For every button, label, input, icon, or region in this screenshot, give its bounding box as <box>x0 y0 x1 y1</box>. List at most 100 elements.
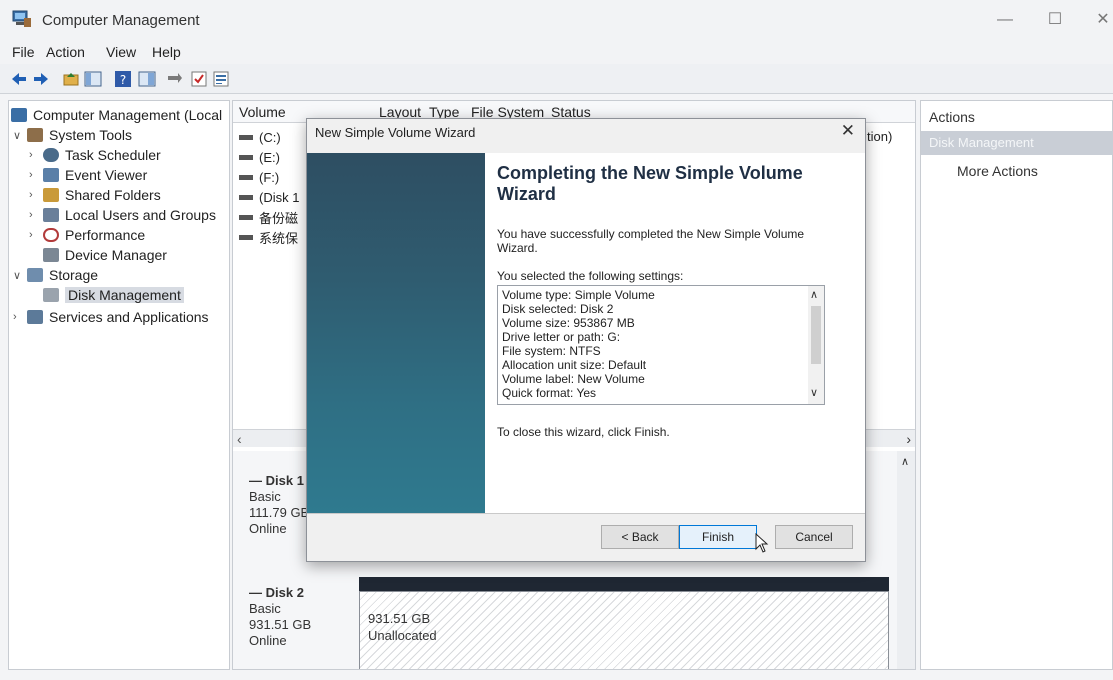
tree-label: Performance <box>65 227 146 243</box>
finish-button[interactable]: Finish <box>679 525 757 549</box>
settings-label: You selected the following settings: <box>497 269 684 283</box>
unallocated-partition[interactable]: 931.51 GB Unallocated <box>359 591 889 669</box>
list-item[interactable]: (C:) <box>239 127 281 147</box>
more-actions-link[interactable]: More Actions <box>957 163 1038 179</box>
tree-item-services-applications[interactable]: › Services and Applications <box>13 307 209 327</box>
menu-view[interactable]: View <box>106 44 136 60</box>
tree-label: Event Viewer <box>65 167 148 183</box>
shared-folder-icon <box>43 188 59 202</box>
list-item[interactable]: (F:) <box>239 167 279 187</box>
computer-management-icon <box>12 10 31 27</box>
list-view-icon[interactable] <box>212 70 230 88</box>
menu-help[interactable]: Help <box>152 44 181 60</box>
actions-pane: Actions Disk Management More Actions <box>920 100 1113 670</box>
settings-scrollbar[interactable]: ∧ ∨ <box>808 286 824 404</box>
disk-name: Disk 2 <box>265 585 304 600</box>
volume-icon <box>239 214 253 220</box>
volume-name: (F:) <box>259 169 280 185</box>
chevron-down-icon[interactable]: ∨ <box>13 269 27 282</box>
tree-label: Shared Folders <box>65 187 161 203</box>
close-button[interactable]: ✕ <box>1088 8 1113 32</box>
list-item[interactable]: (Disk 1 <box>239 187 299 207</box>
setting-file-system: File system: NTFS <box>502 344 601 358</box>
volume-name: 备份磁 <box>259 210 299 226</box>
tree-item-local-users[interactable]: › Local Users and Groups <box>29 205 216 225</box>
chevron-right-icon[interactable]: › <box>29 169 43 181</box>
maximize-button[interactable]: ☐ <box>1040 8 1070 32</box>
menu-file[interactable]: File <box>12 44 35 60</box>
disk-icon: — <box>249 585 266 600</box>
volume-name: 系统保 <box>259 230 299 246</box>
scroll-thumb[interactable] <box>811 306 821 364</box>
check-icon[interactable] <box>190 70 208 88</box>
show-hide-tree-icon[interactable] <box>84 70 102 88</box>
chevron-right-icon[interactable]: › <box>29 229 43 241</box>
dialog-title: New Simple Volume Wizard <box>315 125 476 140</box>
scroll-down-icon[interactable]: ∨ <box>810 386 818 399</box>
list-item[interactable]: (E:) <box>239 147 280 167</box>
tree-label: System Tools <box>49 127 132 143</box>
clock-icon <box>43 148 59 162</box>
tree-item-computer-management[interactable]: Computer Management (Local <box>11 105 222 125</box>
back-button[interactable]: < Back <box>601 525 679 549</box>
forward-arrow-icon[interactable] <box>32 70 50 88</box>
tree-item-event-viewer[interactable]: › Event Viewer <box>29 165 147 185</box>
toolbar: ? <box>0 64 1113 94</box>
tree-item-device-manager[interactable]: Device Manager <box>43 245 167 265</box>
chevron-right-icon[interactable]: › <box>29 149 43 161</box>
connect-icon[interactable] <box>166 70 184 88</box>
column-header-volume[interactable]: Volume <box>239 104 286 120</box>
services-icon <box>27 310 43 324</box>
tree-item-storage[interactable]: ∨ Storage <box>13 265 98 285</box>
disk-1-label[interactable]: — Disk 1 Basic 111.79 GB Online <box>249 473 309 537</box>
tree-item-system-tools[interactable]: ∨ System Tools <box>13 125 132 145</box>
storage-icon <box>27 268 43 282</box>
mouse-cursor-icon <box>755 533 769 553</box>
disk-state: Online <box>249 521 287 536</box>
properties-icon[interactable] <box>138 70 156 88</box>
dialog-separator <box>307 513 865 514</box>
minimize-button[interactable]: — <box>990 8 1020 32</box>
users-icon <box>43 208 59 222</box>
disk-name: Disk 1 <box>265 473 304 488</box>
tree-item-performance[interactable]: › Performance <box>29 225 145 245</box>
disk-state: Online <box>249 633 287 648</box>
help-icon[interactable]: ? <box>114 70 132 88</box>
settings-list[interactable]: Volume type: Simple Volume Disk selected… <box>497 285 825 405</box>
chevron-right-icon[interactable]: › <box>29 209 43 221</box>
list-item[interactable]: 系统保 <box>239 227 298 247</box>
scroll-up-icon[interactable]: ∧ <box>810 288 818 301</box>
scroll-up-icon[interactable]: ∧ <box>901 455 909 468</box>
chevron-down-icon[interactable]: ∨ <box>13 129 27 142</box>
cancel-button[interactable]: Cancel <box>775 525 853 549</box>
event-viewer-icon <box>43 168 59 182</box>
setting-volume-type: Volume type: Simple Volume <box>502 288 655 302</box>
wizard-content: Completing the New Simple Volume Wizard … <box>485 153 865 513</box>
scroll-left-icon[interactable]: ‹ <box>237 431 242 447</box>
tree-item-disk-management[interactable]: Disk Management <box>43 285 184 305</box>
setting-drive-letter: Drive letter or path: G: <box>502 330 621 344</box>
volume-name: (Disk 1 <box>259 189 300 205</box>
list-item[interactable]: 备份磁 <box>239 207 298 227</box>
wizard-side-banner <box>307 153 485 513</box>
up-folder-icon[interactable] <box>62 70 80 88</box>
disk-2-header-bar <box>359 577 889 591</box>
title-bar: Computer Management — ☐ ✕ <box>0 0 1113 40</box>
chevron-right-icon[interactable]: › <box>13 311 27 323</box>
chevron-right-icon[interactable]: › <box>29 189 43 201</box>
tree-label: Device Manager <box>65 247 167 263</box>
dialog-close-icon[interactable]: ✕ <box>841 121 855 141</box>
scroll-right-icon[interactable]: › <box>906 431 911 447</box>
tree-item-shared-folders[interactable]: › Shared Folders <box>29 185 161 205</box>
disk-2-label[interactable]: — Disk 2 Basic 931.51 GB Online <box>249 585 311 649</box>
back-arrow-icon[interactable] <box>10 70 28 88</box>
menu-action[interactable]: Action <box>46 44 85 60</box>
vertical-scrollbar[interactable]: ∧ <box>897 451 915 669</box>
console-tree: Computer Management (Local ∨ System Tool… <box>8 100 230 670</box>
actions-section-disk-management[interactable]: Disk Management <box>921 131 1113 155</box>
tree-item-task-scheduler[interactable]: › Task Scheduler <box>29 145 161 165</box>
svg-text:?: ? <box>120 73 126 87</box>
partition-size: 931.51 GB <box>368 611 431 626</box>
setting-quick-format: Quick format: Yes <box>502 386 597 400</box>
setting-allocation-unit: Allocation unit size: Default <box>502 358 647 372</box>
